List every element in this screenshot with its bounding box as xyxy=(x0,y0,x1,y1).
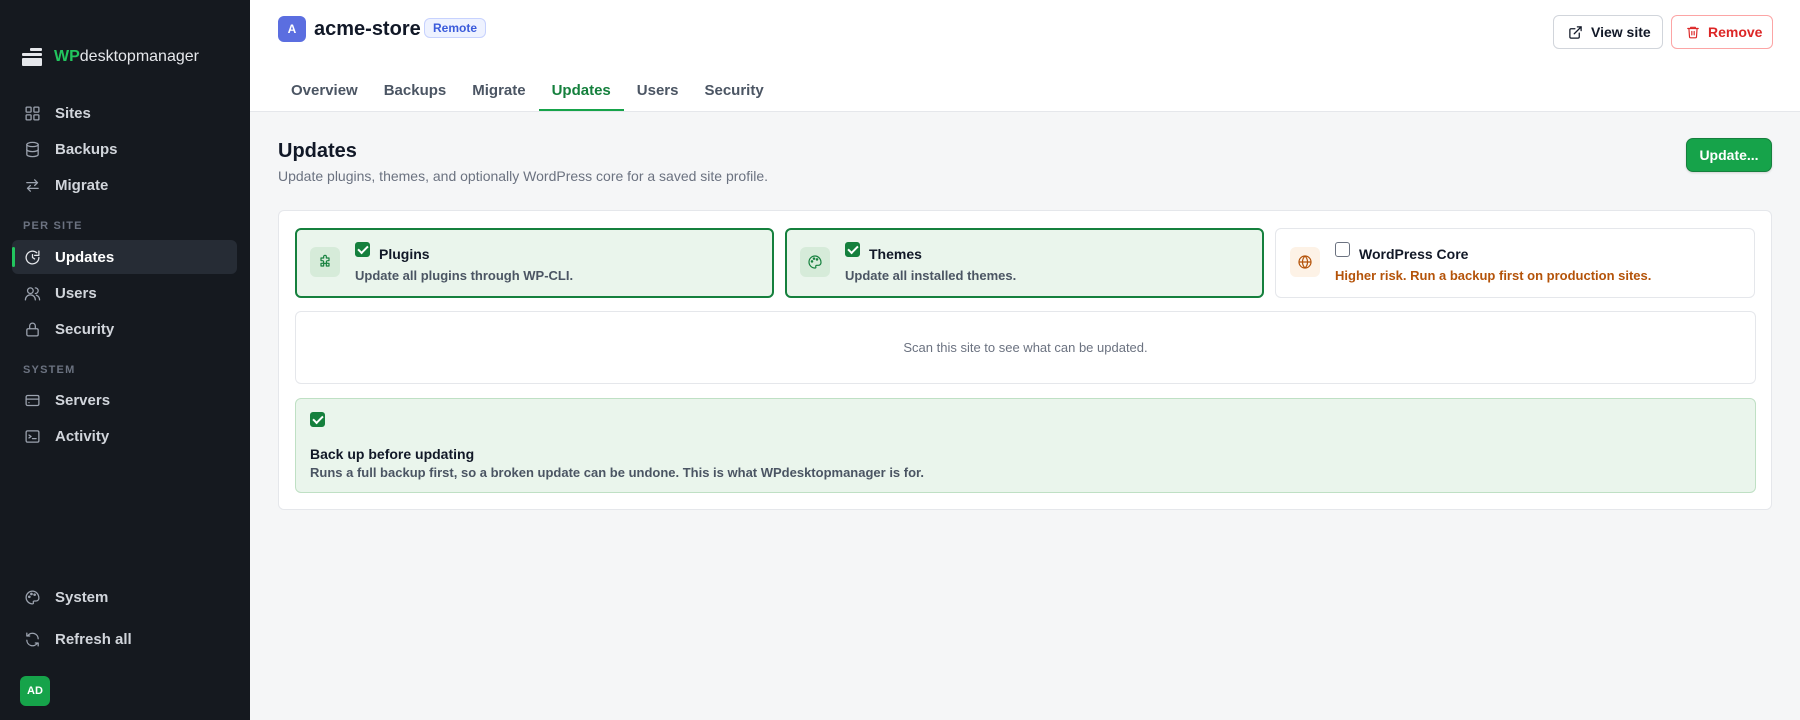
sidebar-item-label: Backups xyxy=(55,140,118,158)
option-description: Update all installed themes. xyxy=(845,268,1017,283)
tab-security[interactable]: Security xyxy=(691,76,776,111)
sidebar-item-label: Refresh all xyxy=(55,630,132,648)
scan-empty-state: Scan this site to see what can be update… xyxy=(295,311,1756,384)
users-icon xyxy=(24,286,41,301)
backup-title: Back up before updating xyxy=(310,446,475,462)
update-button[interactable]: Update... xyxy=(1686,138,1772,172)
option-title: WordPress Core xyxy=(1359,246,1469,262)
scan-message: Scan this site to see what can be update… xyxy=(903,340,1148,355)
option-card-wordpress-core[interactable]: WordPress Core Higher risk. Run a backup… xyxy=(1275,228,1755,298)
themes-checkbox[interactable] xyxy=(845,242,860,257)
sidebar-item-label: Users xyxy=(55,284,97,302)
sidebar-item-activity[interactable]: Activity xyxy=(12,419,237,453)
refresh-all-button[interactable]: Refresh all xyxy=(12,622,237,656)
site-tabs: Overview Backups Migrate Updates Users S… xyxy=(278,76,777,111)
updates-panel: Plugins Update all plugins through WP-CL… xyxy=(278,210,1772,510)
sidebar-item-users[interactable]: Users xyxy=(12,276,237,310)
server-stack-icon xyxy=(22,48,42,66)
view-site-label: View site xyxy=(1591,24,1651,40)
page-title: Updates xyxy=(278,140,357,162)
option-warning: Higher risk. Run a backup first on produ… xyxy=(1335,268,1652,283)
view-site-button[interactable]: View site xyxy=(1553,15,1663,49)
option-description: Update all plugins through WP-CLI. xyxy=(355,268,574,283)
page-subtitle: Update plugins, themes, and optionally W… xyxy=(278,168,768,184)
sidebar-item-label: Security xyxy=(55,320,115,338)
refresh-all-icon xyxy=(26,631,39,647)
palette-icon xyxy=(800,247,830,277)
sidebar-item-servers[interactable]: Servers xyxy=(12,383,237,417)
sidebar-item-security[interactable]: Security xyxy=(12,312,237,346)
database-icon xyxy=(26,141,39,157)
backup-checkbox[interactable] xyxy=(310,412,325,427)
remove-label: Remove xyxy=(1708,24,1763,40)
sidebar: WPdesktopmanager Sites Backups Migrate P… xyxy=(0,0,250,720)
lock-icon xyxy=(26,322,39,337)
trash-icon xyxy=(1687,26,1699,39)
globe-icon xyxy=(1290,247,1320,277)
backup-option[interactable]: Back up before updating Runs a full back… xyxy=(295,398,1756,493)
tab-migrate[interactable]: Migrate xyxy=(459,76,538,111)
backup-description: Runs a full backup first, so a broken up… xyxy=(310,465,924,480)
grid-icon xyxy=(25,105,40,121)
tab-users[interactable]: Users xyxy=(624,76,692,111)
refresh-icon xyxy=(25,249,40,265)
remove-button[interactable]: Remove xyxy=(1671,15,1773,49)
server-icon xyxy=(25,394,40,406)
sidebar-item-migrate[interactable]: Migrate xyxy=(12,168,237,202)
site-type-badge: Remote xyxy=(424,18,487,38)
sidebar-item-label: System xyxy=(55,588,109,606)
option-title: Themes xyxy=(869,246,922,262)
site-avatar: A xyxy=(278,16,306,42)
option-card-themes[interactable]: Themes Update all installed themes. xyxy=(785,228,1264,298)
sidebar-item-label: Updates xyxy=(55,248,115,266)
puzzle-icon xyxy=(310,247,340,277)
wordpress-core-checkbox[interactable] xyxy=(1335,242,1350,257)
sidebar-item-label: Servers xyxy=(55,391,111,409)
tab-backups[interactable]: Backups xyxy=(371,76,460,111)
sidebar-item-backups[interactable]: Backups xyxy=(12,132,237,166)
sidebar-item-system[interactable]: System xyxy=(12,580,237,614)
sidebar-item-updates[interactable]: Updates xyxy=(12,240,237,274)
site-header: A acme-store Remote View site Remove Ove… xyxy=(250,0,1800,112)
section-label-per-site: PER SITE xyxy=(23,220,83,232)
terminal-icon xyxy=(25,429,40,443)
palette-icon xyxy=(25,589,40,605)
brand-name: desktopmanager xyxy=(79,48,199,65)
tab-overview[interactable]: Overview xyxy=(278,76,371,111)
swap-icon xyxy=(26,178,39,192)
option-card-plugins[interactable]: Plugins Update all plugins through WP-CL… xyxy=(295,228,774,298)
site-name: acme-store xyxy=(314,18,421,40)
sidebar-item-label: Migrate xyxy=(55,176,109,194)
brand-wp: WP xyxy=(54,48,80,65)
section-label-system: SYSTEM xyxy=(23,364,76,376)
avatar[interactable]: AD xyxy=(20,676,50,706)
tab-updates[interactable]: Updates xyxy=(538,76,624,111)
sidebar-item-label: Activity xyxy=(55,427,110,445)
brand-logo: WPdesktopmanager xyxy=(22,48,199,66)
plugins-checkbox[interactable] xyxy=(355,242,370,257)
external-link-icon xyxy=(1569,25,1582,39)
sidebar-item-label: Sites xyxy=(55,104,91,122)
option-title: Plugins xyxy=(379,246,430,262)
sidebar-item-sites[interactable]: Sites xyxy=(12,96,237,130)
